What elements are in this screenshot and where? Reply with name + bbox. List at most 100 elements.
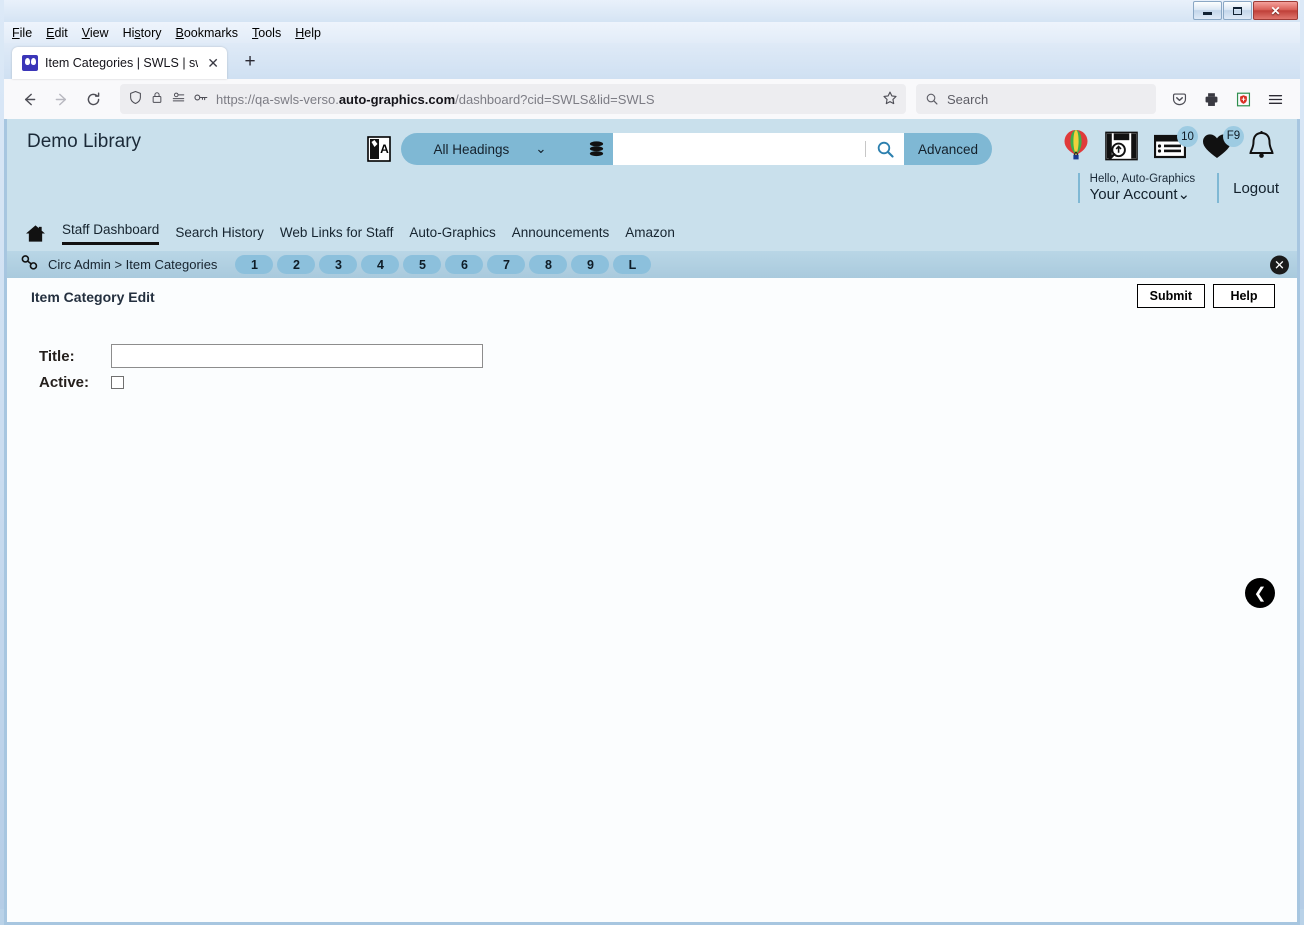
media-search-icon[interactable] [1105,131,1138,166]
balloon-icon[interactable] [1063,129,1089,168]
menu-help[interactable]: Help [295,26,321,40]
nav-item-staff-dashboard[interactable]: Staff Dashboard [62,222,159,245]
app-search-button[interactable] [866,133,904,165]
print-icon[interactable] [1196,84,1226,114]
logout-link[interactable]: Logout [1233,180,1279,197]
menu-view[interactable]: View [82,26,109,40]
pocket-icon[interactable] [1164,84,1194,114]
app-menu-button[interactable] [1260,84,1290,114]
page-pill-4[interactable]: 4 [361,255,399,274]
forward-button[interactable] [46,84,76,114]
menu-tools[interactable]: Tools [252,26,281,40]
help-button[interactable]: Help [1213,284,1275,308]
app-search-field[interactable] [613,133,866,165]
nav-item-announcements[interactable]: Announcements [512,225,610,242]
nav-item-web-links-for-staff[interactable]: Web Links for Staff [280,225,394,242]
close-panel-icon[interactable]: ✕ [1270,255,1289,274]
close-window-button[interactable]: ✕ [1253,1,1298,20]
restore-icon [1233,7,1242,15]
account-block: Hello, Auto-Graphics Your Account⌄ [1078,173,1217,203]
nav-item-amazon[interactable]: Amazon [625,225,675,242]
toolbar-right-icons [1164,84,1290,114]
home-icon[interactable] [25,224,46,243]
content-area: Item Category Edit Submit Help Title: Ac… [7,278,1297,925]
page-pill-6[interactable]: 6 [445,255,483,274]
svg-text:A: A [380,142,389,156]
app-header: Demo Library A All Headings ⌄ [7,119,1297,215]
shield-icon [128,90,143,108]
browser-search-bar[interactable]: Search [916,84,1156,114]
language-icon[interactable]: A [367,136,391,162]
logout-block: Logout [1217,173,1279,203]
link-icon [21,255,38,275]
page-pill-9[interactable]: 9 [571,255,609,274]
navigation-toolbar: https://qa-swls-verso.auto-graphics.com/… [4,79,1300,119]
back-navigation-button[interactable]: ❮ [1245,578,1275,608]
app-search-row: A All Headings ⌄ Advanced [367,133,992,165]
header-icon-group: 10 F9 [1063,129,1275,168]
bookmark-star-icon[interactable] [882,90,898,109]
list-badge: 10 [1177,126,1198,147]
app-nav-menu: Staff Dashboard Search History Web Links… [7,215,1297,251]
url-bar[interactable]: https://qa-swls-verso.auto-graphics.com/… [120,84,906,114]
browser-search-placeholder: Search [947,92,988,107]
menu-edit[interactable]: Edit [46,26,68,40]
headings-select[interactable]: All Headings ⌄ [401,133,579,165]
page-pill-1[interactable]: 1 [235,255,273,274]
extension-shield-icon[interactable] [1228,84,1258,114]
page-pill-last[interactable]: L [613,255,651,274]
minimize-icon [1203,12,1212,15]
title-label: Title: [39,348,111,365]
account-menu-button[interactable]: Your Account⌄ [1090,185,1195,203]
submit-button[interactable]: Submit [1137,284,1205,308]
back-button[interactable] [14,84,44,114]
heart-icon[interactable]: F9 [1202,133,1232,165]
page-pill-2[interactable]: 2 [277,255,315,274]
menu-history[interactable]: History [123,26,162,40]
breadcrumb-bar: Circ Admin > Item Categories 1 2 3 4 5 6… [7,251,1297,278]
menu-bookmarks[interactable]: Bookmarks [176,26,239,40]
breadcrumb[interactable]: Circ Admin > Item Categories [48,257,217,272]
app-search-input[interactable] [613,135,865,163]
tab-close-icon[interactable]: ✕ [205,56,221,70]
active-checkbox[interactable] [111,376,124,389]
minimize-button[interactable] [1193,1,1222,20]
tab-title: Item Categories | SWLS | swls | A [45,56,198,70]
restore-button[interactable] [1223,1,1252,20]
nav-item-search-history[interactable]: Search History [175,225,264,242]
account-chevron-down-icon: ⌄ [1178,186,1191,203]
active-label: Active: [39,374,111,391]
search-icon [925,92,939,106]
database-icon[interactable] [579,133,613,165]
nav-item-auto-graphics[interactable]: Auto-Graphics [409,225,495,242]
page-pill-7[interactable]: 7 [487,255,525,274]
lock-icon [150,90,164,108]
chevron-down-icon: ⌄ [535,141,546,157]
browser-tab[interactable]: Item Categories | SWLS | swls | A ✕ [12,47,227,79]
page-pill-5[interactable]: 5 [403,255,441,274]
tracking-protection-icon [171,90,186,108]
library-brand: Demo Library [27,131,141,153]
panel-buttons: Submit Help [1137,284,1275,308]
pagination-pills: 1 2 3 4 5 6 7 8 9 L [235,255,651,274]
title-input[interactable] [111,344,483,368]
tab-strip: Item Categories | SWLS | swls | A ✕ + [4,43,1300,79]
page-pill-8[interactable]: 8 [529,255,567,274]
favicon-icon [22,55,38,71]
advanced-search-button[interactable]: Advanced [904,133,992,165]
web-app: Demo Library A All Headings ⌄ [4,119,1300,925]
page-pill-3[interactable]: 3 [319,255,357,274]
new-tab-button[interactable]: + [235,47,265,77]
url-text: https://qa-swls-verso.auto-graphics.com/… [216,92,875,107]
window-controls: ✕ [1192,1,1298,20]
title-bar: ✕ [4,0,1300,22]
menu-bar: File Edit View History Bookmarks Tools H… [4,22,1300,43]
account-zone: Hello, Auto-Graphics Your Account⌄ Logou… [1078,173,1279,203]
list-icon[interactable]: 10 [1154,133,1186,164]
menu-file[interactable]: File [12,26,32,40]
reload-button[interactable] [78,84,108,114]
item-category-form: Title: Active: [7,316,1297,391]
page-title: Item Category Edit [31,289,155,305]
browser-window: ✕ File Edit View History Bookmarks Tools… [0,0,1304,909]
bell-icon[interactable] [1248,131,1275,166]
